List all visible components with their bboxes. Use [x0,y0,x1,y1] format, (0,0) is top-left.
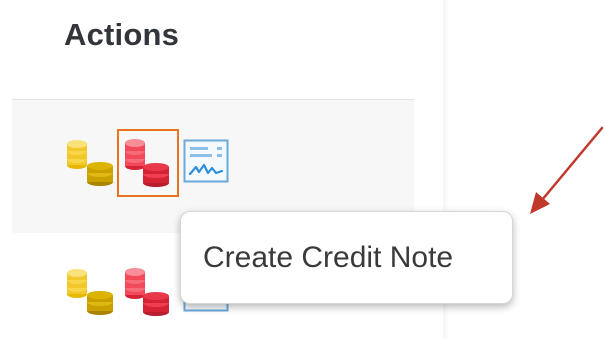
gold-coins-icon[interactable] [66,264,118,316]
actions-column-header: Actions [64,17,180,52]
gold-coins-icon[interactable] [66,135,118,187]
red-coins-icon[interactable] [122,133,174,189]
tooltip: Create Credit Note [180,211,513,304]
annotation-arrow-icon [530,126,604,214]
signed-document-icon[interactable] [183,139,229,183]
tooltip-text: Create Credit Note [203,240,454,274]
red-coins-icon[interactable] [122,262,174,318]
page: Actions Create Credit Note [0,0,605,339]
